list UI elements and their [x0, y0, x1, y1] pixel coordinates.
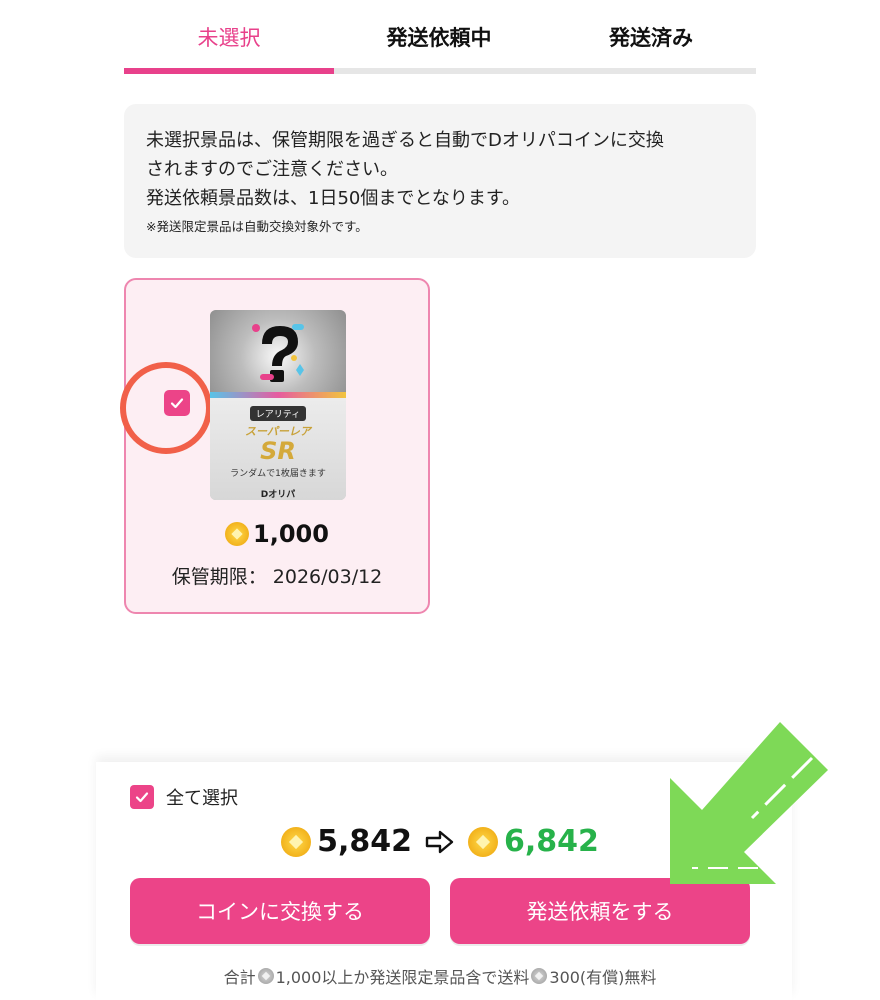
prize-image-note: ランダムで1枚届きます: [230, 469, 326, 479]
shipping-note: 合計 1,000以上か発送限定景品含で送料 300(有償)無料: [0, 964, 880, 988]
next-coins: 6,842: [504, 824, 599, 859]
rarity-tag: レアリティ: [249, 406, 307, 421]
prize-image-lower: レアリティ スーパーレア SR ランダムで1枚届きます Dオリパ: [210, 398, 346, 500]
tab-unselected[interactable]: 未選択: [124, 22, 334, 52]
rarity-code: SR: [260, 437, 296, 465]
question-mark-icon: [210, 310, 346, 394]
notice-line: 未選択景品は、保管期限を過ぎると自動でDオリパコインに交換: [146, 130, 664, 151]
prize-logo: Dオリパ: [260, 490, 296, 500]
shipping-note-mid: 1,000以上か発送限定景品含で送料: [275, 968, 530, 987]
prize-checkbox[interactable]: [164, 390, 190, 416]
arrow-right-icon: [425, 830, 454, 853]
check-icon: [135, 792, 149, 803]
prize-image: レアリティ スーパーレア SR ランダムで1枚届きます Dオリパ: [210, 310, 346, 500]
tab-shipping-requested[interactable]: 発送依頼中: [334, 22, 544, 52]
notice-footnote: ※発送限定景品は自動交換対象外です。: [146, 219, 368, 234]
prize-expiry: 保管期限： 2026/03/12: [126, 562, 428, 589]
select-all-label: 全て選択: [166, 788, 238, 809]
prize-price: 1,000: [126, 520, 428, 548]
annotation-arrow-icon: [670, 722, 828, 884]
exchange-coins-button[interactable]: コインに交換する: [130, 878, 430, 944]
notice-box: 未選択景品は、保管期限を過ぎると自動でDオリパコインに交換 されますのでご注意く…: [124, 104, 756, 258]
expiry-label: 保管期限：: [171, 566, 267, 588]
prize-price-value: 1,000: [253, 520, 329, 548]
status-tabs: 未選択 発送依頼中 発送済み: [124, 0, 756, 74]
coin-icon: [468, 826, 498, 857]
tab-active-indicator: [124, 68, 334, 74]
tab-shipped[interactable]: 発送済み: [546, 22, 756, 52]
expiry-date: 2026/03/12: [272, 566, 383, 588]
notice-line: 発送依頼景品数は、1日50個までとなります。: [146, 188, 521, 209]
select-all[interactable]: 全て選択: [130, 784, 238, 810]
shipping-note-suffix: 300(有償)無料: [549, 968, 657, 987]
coin-icon: [281, 826, 312, 857]
notice-line: されますのでご注意ください。: [146, 159, 398, 180]
check-icon: [170, 398, 184, 409]
current-coins: 5,842: [317, 824, 412, 859]
prize-card[interactable]: レアリティ スーパーレア SR ランダムで1枚届きます Dオリパ 1,000 保…: [120, 278, 430, 614]
coin-icon: [225, 522, 250, 546]
select-all-checkbox[interactable]: [130, 785, 154, 809]
shipping-note-prefix: 合計: [223, 968, 256, 987]
coin-icon: [257, 968, 274, 984]
coin-icon: [531, 968, 548, 984]
